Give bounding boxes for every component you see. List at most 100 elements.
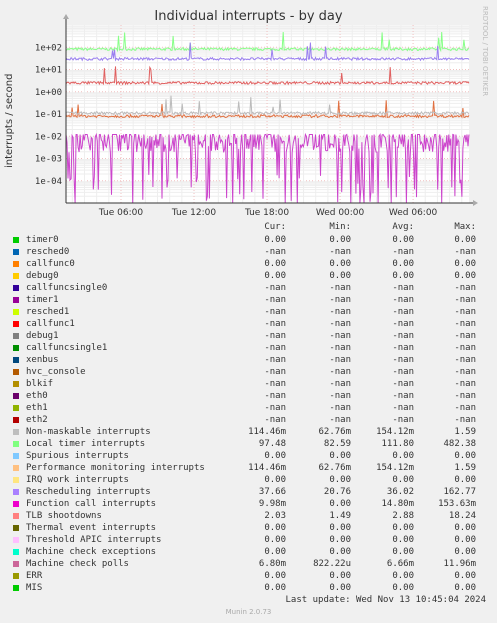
- legend-cur-value: 0.00: [264, 583, 286, 593]
- legend-avg-value: -nan: [392, 295, 414, 305]
- legend-row: callfuncsingle0 -nan -nan -nan -nan: [0, 282, 497, 294]
- legend-min-value: 0.00: [329, 259, 351, 269]
- legend-max-value: 153.63m: [438, 499, 476, 509]
- legend-avg-value: 36.02: [386, 487, 414, 497]
- legend-cur-value: -nan: [264, 295, 286, 305]
- legend-cur-value: 0.00: [264, 475, 286, 485]
- legend-avg-value: 0.00: [392, 271, 414, 281]
- legend-series-name: blkif: [26, 379, 54, 389]
- legend-swatch: [13, 381, 19, 387]
- legend-cur-value: 37.66: [258, 487, 286, 497]
- legend-swatch: [13, 525, 19, 531]
- legend-cur-value: 6.80m: [258, 559, 286, 569]
- legend-row: ERR 0.00 0.00 0.00 0.00: [0, 570, 497, 582]
- legend-series-name: debug0: [26, 271, 59, 281]
- legend-avg-value: -nan: [392, 367, 414, 377]
- legend-max-value: 162.77: [443, 487, 476, 497]
- legend-min-value: 0.00: [329, 535, 351, 545]
- legend-row: Machine check polls 6.80m 822.22u 6.66m 11.9…: [0, 558, 497, 570]
- legend-cur-value: -nan: [264, 319, 286, 329]
- legend-swatch: [13, 465, 19, 471]
- legend-avg-value: -nan: [392, 415, 414, 425]
- legend-series-name: TLB shootdowns: [26, 511, 102, 521]
- legend-max-value: -nan: [454, 331, 476, 341]
- legend-avg-value: -nan: [392, 307, 414, 317]
- legend-cur-value: 114.46m: [248, 427, 286, 437]
- legend-avg-value: 0.00: [392, 535, 414, 545]
- legend: timer0 0.00 0.00 0.00 0.00 resched0 -nan -nan -n…: [0, 234, 497, 594]
- legend-min-value: -nan: [329, 319, 351, 329]
- legend-row: IRQ work interrupts 0.00 0.00 0.00 0.00: [0, 474, 497, 486]
- legend-swatch: [13, 393, 19, 399]
- legend-swatch: [13, 309, 19, 315]
- legend-row: debug1 -nan -nan -nan -nan: [0, 330, 497, 342]
- legend-max-value: -nan: [454, 355, 476, 365]
- legend-avg-value: -nan: [392, 331, 414, 341]
- legend-max-value: 0.00: [454, 271, 476, 281]
- legend-swatch: [13, 537, 19, 543]
- legend-max-value: 0.00: [454, 475, 476, 485]
- legend-series-name: Rescheduling interrupts: [26, 487, 151, 497]
- legend-series-name: eth2: [26, 415, 48, 425]
- legend-max-value: 1.59: [454, 463, 476, 473]
- y-tick-label: 1e-02: [35, 132, 62, 142]
- legend-row: eth1 -nan -nan -nan -nan: [0, 402, 497, 414]
- legend-min-value: 0.00: [329, 475, 351, 485]
- legend-series-name: timer0: [26, 235, 59, 245]
- legend-series-name: Function call interrupts: [26, 499, 157, 509]
- legend-row: resched0 -nan -nan -nan -nan: [0, 246, 497, 258]
- legend-header-avg: Avg:: [392, 222, 414, 232]
- y-tick-label: 1e+01: [35, 66, 62, 76]
- legend-series-name: Non-maskable interrupts: [26, 427, 151, 437]
- legend-max-value: 0.00: [454, 451, 476, 461]
- legend-cur-value: 0.00: [264, 571, 286, 581]
- legend-swatch: [13, 477, 19, 483]
- legend-series-name: debug1: [26, 331, 59, 341]
- legend-series-name: IRQ work interrupts: [26, 475, 129, 485]
- legend-max-value: 0.00: [454, 571, 476, 581]
- legend-swatch: [13, 261, 19, 267]
- legend-row: callfunc0 0.00 0.00 0.00 0.00: [0, 258, 497, 270]
- legend-min-value: -nan: [329, 379, 351, 389]
- legend-max-value: -nan: [454, 391, 476, 401]
- legend-row: MIS 0.00 0.00 0.00 0.00: [0, 582, 497, 594]
- legend-swatch: [13, 417, 19, 423]
- x-tick-label: Tue 12:00: [171, 208, 216, 218]
- legend-row: resched1 -nan -nan -nan -nan: [0, 306, 497, 318]
- legend-min-value: -nan: [329, 355, 351, 365]
- legend-min-value: 0.00: [329, 271, 351, 281]
- legend-avg-value: 154.12m: [376, 427, 414, 437]
- legend-cur-value: 2.03: [264, 511, 286, 521]
- legend-row: timer1 -nan -nan -nan -nan: [0, 294, 497, 306]
- legend-cur-value: 0.00: [264, 547, 286, 557]
- legend-swatch: [13, 273, 19, 279]
- legend-min-value: 822.22u: [313, 559, 351, 569]
- legend-series-name: Machine check polls: [26, 559, 129, 569]
- legend-avg-value: -nan: [392, 403, 414, 413]
- legend-series-name: Local timer interrupts: [26, 439, 146, 449]
- x-tick-label: Tue 06:00: [98, 208, 143, 218]
- legend-avg-value: 6.66m: [386, 559, 414, 569]
- legend-min-value: 1.49: [329, 511, 351, 521]
- legend-swatch: [13, 333, 19, 339]
- legend-series-name: Machine check exceptions: [26, 547, 157, 557]
- y-tick-label: 1e-01: [35, 110, 62, 120]
- x-tick-label: Tue 18:00: [244, 208, 289, 218]
- legend-max-value: -nan: [454, 367, 476, 377]
- x-tick-label: Wed 06:00: [389, 208, 438, 218]
- legend-max-value: -nan: [454, 415, 476, 425]
- legend-cur-value: -nan: [264, 403, 286, 413]
- legend-min-value: 0.00: [329, 499, 351, 509]
- legend-avg-value: 0.00: [392, 523, 414, 533]
- legend-series-name: eth0: [26, 391, 48, 401]
- legend-row: blkif -nan -nan -nan -nan: [0, 378, 497, 390]
- legend-row: Performance monitoring interrupts 114.46m…: [0, 462, 497, 474]
- legend-min-value: 62.76m: [318, 463, 351, 473]
- legend-row: Machine check exceptions 0.00 0.00 0.00 0.00: [0, 546, 497, 558]
- legend-swatch: [13, 501, 19, 507]
- legend-row: callfuncsingle1 -nan -nan -nan -nan: [0, 342, 497, 354]
- legend-series-name: hvc_console: [26, 367, 86, 377]
- legend-min-value: -nan: [329, 247, 351, 257]
- legend-series-name: ERR: [26, 571, 43, 581]
- legend-cur-value: -nan: [264, 355, 286, 365]
